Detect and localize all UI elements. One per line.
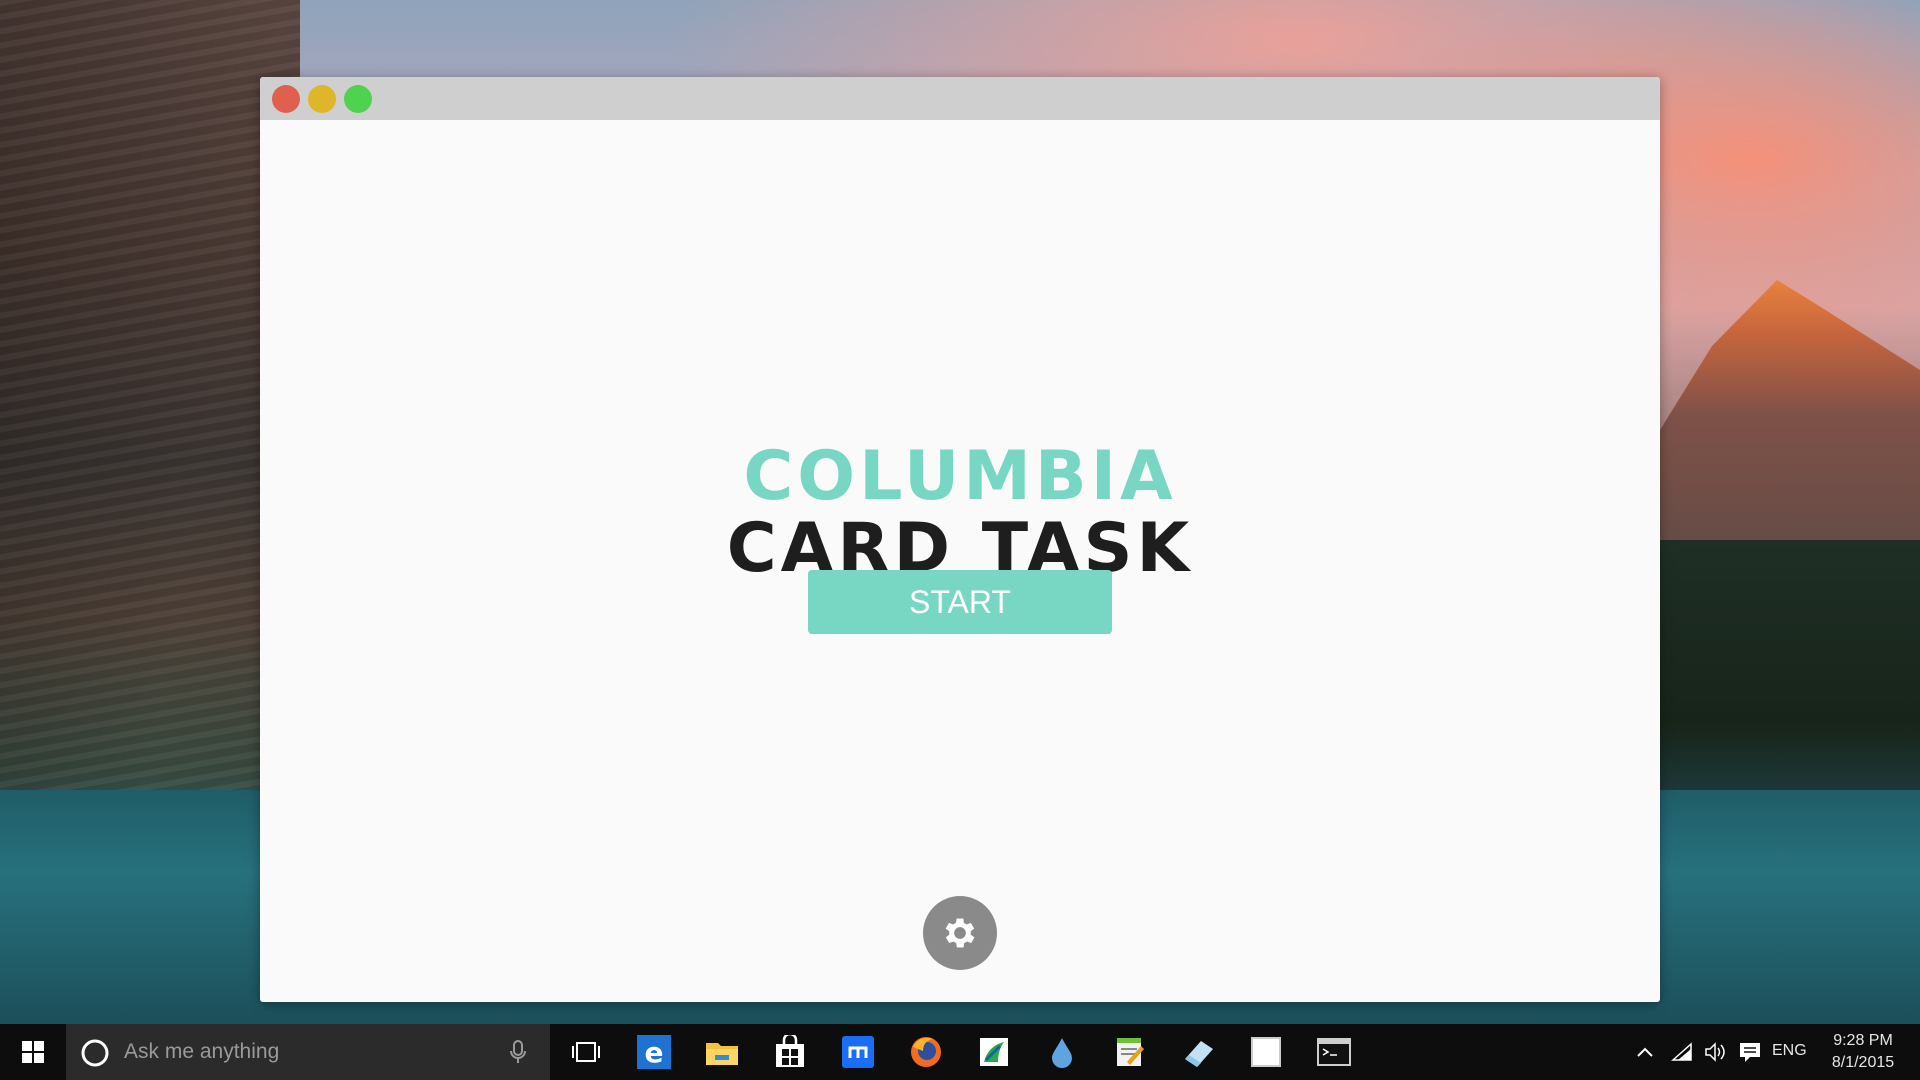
app-title: COLUMBIA CARD TASK	[260, 442, 1660, 584]
taskbar-app-firefox[interactable]	[892, 1024, 960, 1080]
notification-icon	[1740, 1043, 1760, 1062]
taskbar-app-drop[interactable]	[1028, 1024, 1096, 1080]
taskbar-app-terminal[interactable]	[1300, 1024, 1368, 1080]
svg-text:e: e	[645, 1036, 664, 1069]
wifi-icon	[1671, 1042, 1692, 1061]
settings-button[interactable]	[923, 896, 997, 970]
cortana-icon	[81, 1039, 109, 1067]
task-view-icon	[572, 1042, 600, 1062]
microphone-icon[interactable]	[510, 1040, 526, 1064]
window-titlebar[interactable]	[260, 77, 1660, 120]
firefox-icon	[911, 1037, 941, 1067]
windows-logo-icon	[22, 1041, 44, 1063]
teamviewer-icon	[842, 1036, 874, 1068]
task-view-button[interactable]	[552, 1024, 620, 1080]
taskbar: Ask me anything e ENG 9:28 PM 8/1/2015	[0, 1024, 1920, 1080]
clock-date: 8/1/2015	[1831, 1054, 1895, 1071]
maximize-window-button[interactable]	[344, 85, 372, 113]
app-window: COLUMBIA CARD TASK START	[260, 77, 1660, 1002]
close-window-button[interactable]	[272, 85, 300, 113]
taskbar-app-notepad[interactable]	[1096, 1024, 1164, 1080]
speaker-icon	[1705, 1042, 1725, 1062]
edge-icon: e	[637, 1035, 671, 1069]
network-status-button[interactable]	[1666, 1024, 1698, 1080]
volume-button[interactable]	[1700, 1024, 1732, 1080]
title-line-columbia: COLUMBIA	[743, 437, 1177, 516]
taskbar-app-blank-window[interactable]	[1232, 1024, 1300, 1080]
terminal-icon	[1317, 1038, 1351, 1066]
show-hidden-icons-button[interactable]	[1630, 1024, 1660, 1080]
start-button[interactable]: START	[808, 570, 1112, 634]
blank-window-icon	[1251, 1037, 1281, 1067]
action-center-button[interactable]	[1734, 1024, 1766, 1080]
windows-start-button[interactable]	[0, 1024, 66, 1080]
language-indicator[interactable]: ENG	[1772, 1042, 1807, 1060]
drop-icon	[1052, 1038, 1072, 1068]
search-placeholder: Ask me anything	[124, 1040, 280, 1063]
minimize-window-button[interactable]	[308, 85, 336, 113]
store-icon	[776, 1035, 804, 1067]
notepad-icon	[1117, 1038, 1144, 1066]
clock-time: 9:28 PM	[1833, 1032, 1893, 1049]
eraser-icon	[1185, 1041, 1213, 1067]
taskbar-app-eraser[interactable]	[1164, 1024, 1232, 1080]
cortana-search-box[interactable]: Ask me anything	[66, 1024, 550, 1080]
taskbar-app-edge[interactable]: e	[620, 1024, 688, 1080]
taskbar-app-teamviewer[interactable]	[824, 1024, 892, 1080]
inkscape-icon	[980, 1038, 1008, 1066]
file-explorer-icon	[706, 1043, 738, 1065]
wallpaper-mountain-peak	[1660, 280, 1920, 580]
taskbar-app-store[interactable]	[756, 1024, 824, 1080]
wallpaper-forest	[1650, 540, 1920, 800]
chevron-up-icon	[1637, 1047, 1653, 1057]
app-content: COLUMBIA CARD TASK START	[260, 120, 1660, 1002]
taskbar-app-inkscape[interactable]	[960, 1024, 1028, 1080]
clock[interactable]: 9:28 PM 8/1/2015	[1818, 1030, 1908, 1074]
gear-icon	[945, 918, 975, 948]
taskbar-app-file-explorer[interactable]	[688, 1024, 756, 1080]
